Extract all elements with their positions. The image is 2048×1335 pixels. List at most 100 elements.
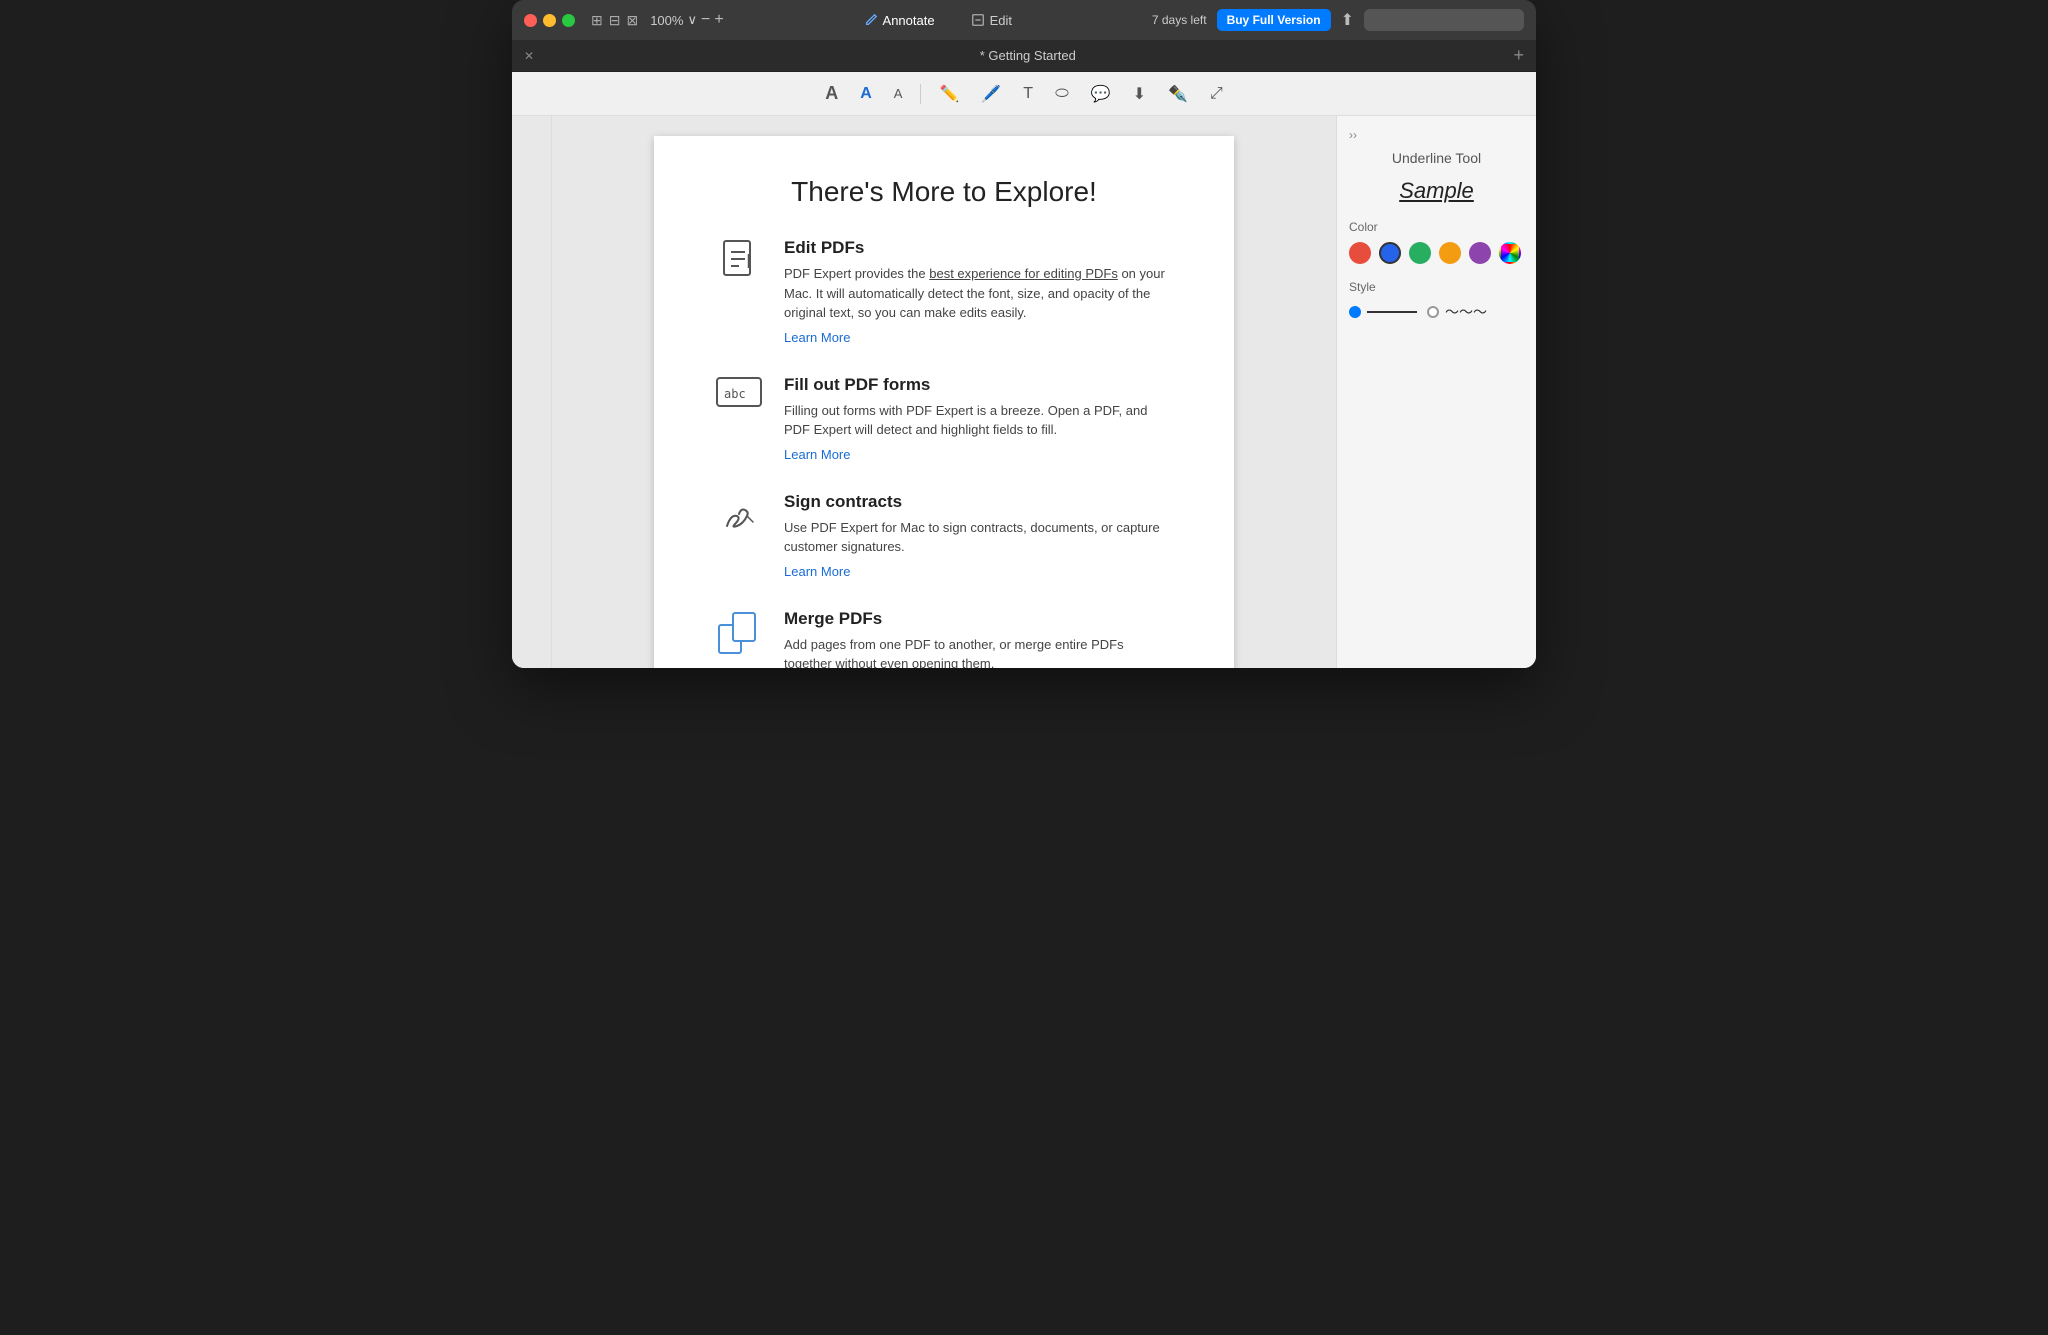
eraser-icon: ✏️ <box>939 84 959 104</box>
style-solid-line <box>1367 311 1417 313</box>
edit-pdfs-desc-before: PDF Expert provides the <box>784 266 929 281</box>
buy-full-version-button[interactable]: Buy Full Version <box>1217 9 1331 31</box>
color-swatch-blue[interactable] <box>1379 242 1401 264</box>
search-input[interactable] <box>1364 9 1524 31</box>
text-tool[interactable]: T <box>1019 81 1037 107</box>
style-solid-radio <box>1349 306 1361 318</box>
style-squiggle-radio <box>1427 306 1439 318</box>
sign-contracts-title: Sign contracts <box>784 492 1174 512</box>
left-sidebar <box>512 116 552 668</box>
maximize-button[interactable] <box>562 14 575 27</box>
pencil-icon <box>864 13 878 27</box>
feature-edit-pdfs: Edit PDFs PDF Expert provides the best e… <box>714 238 1174 347</box>
tab-close-button[interactable]: ✕ <box>524 49 534 63</box>
content-area[interactable]: There's More to Explore! Edit PDFs <box>552 116 1336 668</box>
edit-icon <box>971 13 985 27</box>
zoom-control: 100% ∨ − + <box>650 11 723 29</box>
fill-forms-content: Fill out PDF forms Filling out forms wit… <box>784 375 1174 464</box>
search-wrap: 🔍 <box>1364 9 1524 31</box>
fill-forms-title: Fill out PDF forms <box>784 375 1174 395</box>
titlebar-right: 7 days left Buy Full Version ⬆ 🔍 <box>1152 9 1524 31</box>
right-panel: ›› Underline Tool Sample Color Style <box>1336 116 1536 668</box>
style-squiggle[interactable]: ～～～ <box>1427 302 1495 322</box>
app-window: ⊞ ⊟ ⊠ 100% ∨ − + Annotate Edit 7 days le… <box>512 0 1536 668</box>
text-small-icon: A <box>894 86 903 101</box>
shape-tool[interactable]: ⬭ <box>1051 81 1073 107</box>
page-title: There's More to Explore! <box>714 176 1174 208</box>
zoom-out-button[interactable]: − <box>701 11 710 29</box>
merge-pdfs-icon <box>714 609 764 669</box>
edit-pdfs-title: Edit PDFs <box>784 238 1174 258</box>
edit-pdfs-content: Edit PDFs PDF Expert provides the best e… <box>784 238 1174 347</box>
panel-toggle[interactable]: ›› <box>1349 128 1524 142</box>
titlebar: ⊞ ⊟ ⊠ 100% ∨ − + Annotate Edit 7 days le… <box>512 0 1536 40</box>
fill-forms-desc: Filling out forms with PDF Expert is a b… <box>784 401 1174 440</box>
add-tab-button[interactable]: + <box>1513 45 1524 66</box>
fill-forms-icon: abc <box>714 375 764 464</box>
titlebar-center: Annotate Edit <box>732 9 1144 32</box>
columns-icon[interactable]: ⊠ <box>626 12 638 29</box>
text-color-tool[interactable]: A <box>856 81 876 107</box>
color-swatch-red[interactable] <box>1349 242 1371 264</box>
sample-text: Sample <box>1349 178 1524 204</box>
share-icon[interactable]: ⬆ <box>1341 10 1354 30</box>
text-size-tool[interactable]: A <box>821 79 842 108</box>
text-size-icon: A <box>825 83 838 104</box>
feature-merge-pdfs: Merge PDFs Add pages from one PDF to ano… <box>714 609 1174 669</box>
selection-icon: ⤢ <box>1210 85 1223 103</box>
sign-contracts-learn-more[interactable]: Learn More <box>784 564 850 579</box>
pen-icon: 🖊️ <box>981 84 1001 104</box>
annotate-button[interactable]: Annotate <box>856 9 943 32</box>
signature-icon: ✒️ <box>1168 84 1188 104</box>
pdf-page: There's More to Explore! Edit PDFs <box>654 136 1234 668</box>
grid-icon[interactable]: ⊟ <box>609 12 621 29</box>
feature-sign-contracts: Sign contracts Use PDF Expert for Mac to… <box>714 492 1174 581</box>
fill-forms-learn-more[interactable]: Learn More <box>784 447 850 462</box>
zoom-in-button[interactable]: + <box>714 11 723 29</box>
feature-fill-forms: abc Fill out PDF forms Filling out forms… <box>714 375 1174 464</box>
color-swatch-multicolor[interactable] <box>1499 242 1521 264</box>
sign-contracts-icon <box>714 492 764 581</box>
color-swatches <box>1349 242 1524 264</box>
tab-label: * Getting Started <box>542 48 1513 63</box>
color-swatch-orange[interactable] <box>1439 242 1461 264</box>
zoom-chevron-icon: ∨ <box>687 12 697 28</box>
selection-tool[interactable]: ⤢ <box>1206 81 1227 107</box>
stamp-icon: ⬇ <box>1133 84 1146 104</box>
minimize-button[interactable] <box>543 14 556 27</box>
style-solid[interactable] <box>1349 306 1417 318</box>
sign-contracts-desc: Use PDF Expert for Mac to sign contracts… <box>784 518 1174 557</box>
merge-pdfs-desc: Add pages from one PDF to another, or me… <box>784 635 1174 669</box>
edit-button[interactable]: Edit <box>963 9 1020 32</box>
annotation-toolbar: A A A ✏️ 🖊️ T ⬭ 💬 ⬇ ✒️ ⤢ <box>512 72 1536 116</box>
edit-pdfs-link-text: best experience for editing PDFs <box>929 266 1118 281</box>
comment-tool[interactable]: 💬 <box>1087 80 1115 108</box>
color-swatch-purple[interactable] <box>1469 242 1491 264</box>
signature-tool[interactable]: ✒️ <box>1164 80 1192 108</box>
edit-pdfs-icon <box>714 238 764 347</box>
style-squiggle-line: ～～～ <box>1445 302 1495 322</box>
pen-tool[interactable]: 🖊️ <box>977 80 1005 108</box>
stamp-tool[interactable]: ⬇ <box>1129 80 1150 108</box>
tabbar: ✕ * Getting Started + <box>512 40 1536 72</box>
svg-text:abc: abc <box>724 387 746 401</box>
color-swatch-green[interactable] <box>1409 242 1431 264</box>
eraser-tool[interactable]: ✏️ <box>935 80 963 108</box>
sidebar-icon[interactable]: ⊞ <box>591 12 603 29</box>
shape-icon: ⬭ <box>1055 85 1069 103</box>
panel-title: Underline Tool <box>1349 150 1524 166</box>
edit-pdfs-desc: PDF Expert provides the best experience … <box>784 264 1174 323</box>
style-section-title: Style <box>1349 280 1524 294</box>
style-options: ～～～ <box>1349 302 1524 322</box>
sign-contracts-content: Sign contracts Use PDF Expert for Mac to… <box>784 492 1174 581</box>
sidebar-toggle-icons: ⊞ ⊟ ⊠ <box>591 12 638 29</box>
zoom-level-label: 100% <box>650 13 683 28</box>
text-small-tool[interactable]: A <box>890 82 907 105</box>
text-tool-icon: T <box>1023 85 1033 103</box>
comment-icon: 💬 <box>1091 84 1111 104</box>
close-button[interactable] <box>524 14 537 27</box>
color-section-title: Color <box>1349 220 1524 234</box>
main-area: There's More to Explore! Edit PDFs <box>512 116 1536 668</box>
edit-pdfs-learn-more[interactable]: Learn More <box>784 330 850 345</box>
days-left-label: 7 days left <box>1152 13 1207 27</box>
